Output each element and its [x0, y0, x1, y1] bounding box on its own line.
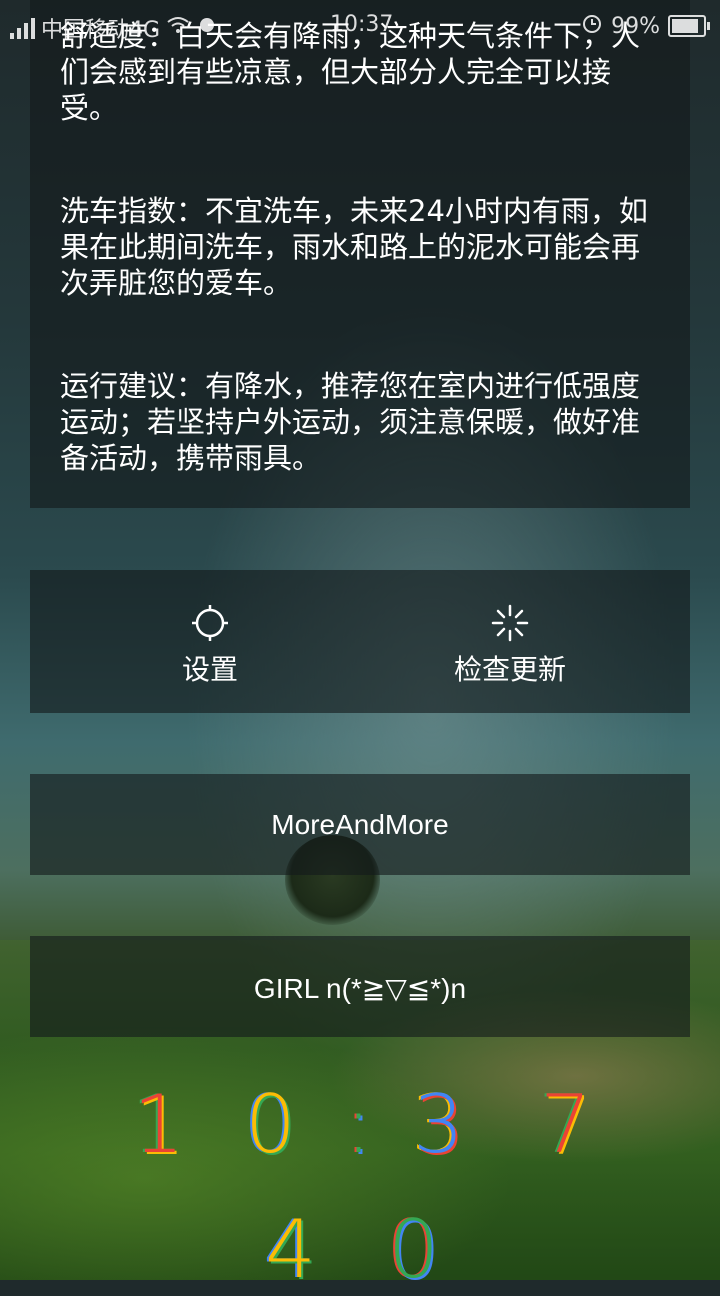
gear-icon [190, 603, 230, 643]
notification-dot-icon [196, 14, 218, 42]
weather-tips-panel: 舒适度：白天会有降雨，这种天气条件下，人们会感到有些凉意，但大部分人完全可以接受… [30, 0, 690, 508]
clock-minute-tens: 3 [412, 1078, 466, 1171]
girl-label: GIRL n(*≧▽≦*)n [253, 973, 467, 1004]
girl-button[interactable]: GIRL n(*≧▽≦*)n [30, 936, 690, 1037]
exercise-tip: 运行建议：有降水，推荐您在室内进行低强度运动；若坚持户外运动，须注意保暖，做好准… [60, 369, 641, 475]
check-update-button[interactable]: 检查更新 [410, 570, 610, 713]
signal-icon [10, 17, 35, 39]
status-time: 10:37 [330, 12, 394, 37]
clock-hour-ones: 0 [244, 1078, 298, 1171]
clock-colon: : [344, 1078, 374, 1171]
car-wash-tip: 洗车指数：不宜洗车，未来24小时内有雨，如果在此期间洗车，雨水和路上的泥水可能会… [60, 194, 648, 300]
clock-hour-tens: 1 [132, 1078, 186, 1171]
alarm-icon [581, 12, 603, 40]
colorful-clock: 1 0 : 3 7 4 0 [0, 1078, 720, 1291]
check-update-label: 检查更新 [453, 653, 566, 686]
actions-panel: 设置 检查更新 [30, 570, 690, 713]
clock-second-ones: 0 [387, 1203, 441, 1296]
clock-minute-ones: 7 [539, 1078, 593, 1171]
battery-percent: 99% [611, 13, 660, 39]
settings-label: 设置 [181, 653, 238, 686]
more-and-more-label: MoreAndMore [271, 809, 449, 840]
carrier-label: 中国移动4G [41, 18, 161, 43]
wifi-icon [166, 15, 190, 41]
loading-icon [490, 603, 530, 643]
status-bar: 中国移动4G 10:37 99% [0, 0, 720, 50]
settings-button[interactable]: 设置 [110, 570, 310, 713]
more-and-more-button[interactable]: MoreAndMore [30, 774, 690, 875]
battery-icon [668, 15, 710, 37]
clock-second-tens: 4 [264, 1203, 318, 1296]
